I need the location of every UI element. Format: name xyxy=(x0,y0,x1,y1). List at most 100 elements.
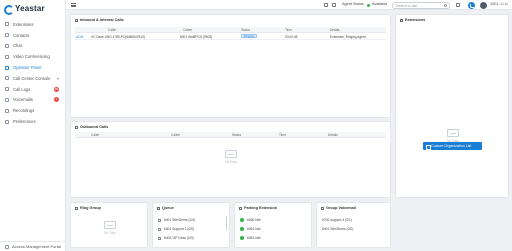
headset-icon xyxy=(5,76,9,81)
phone-icon xyxy=(75,18,78,22)
panel-title: Parking Extension xyxy=(239,206,277,210)
contacts-icon xyxy=(5,33,9,38)
parking-title: Parking Extension xyxy=(244,206,278,210)
phone-outgoing-icon xyxy=(75,125,78,129)
list-item[interactable]: 6402 VIP Desk (0/0) xyxy=(158,236,194,240)
ring-group-icon xyxy=(75,206,78,210)
list-item[interactable]: 6700 support-4 (0/1) xyxy=(322,218,352,222)
sidebar-item-voicemails[interactable]: Voicemails 1 xyxy=(0,95,65,106)
panel-title: Queue xyxy=(157,206,174,210)
list-item[interactable]: 6060 Idle xyxy=(240,218,261,222)
voicemail-item-label: 6700 support-4 (0/1) xyxy=(322,218,352,222)
custom-organization-list-button[interactable]: Custom Organization List xyxy=(423,142,482,150)
sidebar-item-operator-panel[interactable]: Operator Panel xyxy=(0,62,65,73)
sidebar-item-label: Video Conferencing xyxy=(13,54,50,60)
search-input[interactable]: Search or dial xyxy=(392,1,450,9)
outbound-calls-title: Outbound Calls xyxy=(80,125,109,129)
sidebar-item-preferences[interactable]: Preferences xyxy=(0,116,65,127)
panel-title: Ring Group xyxy=(75,206,101,210)
sidebar-item-label: Voicemails xyxy=(13,97,34,103)
avatar[interactable] xyxy=(480,1,487,9)
check-icon xyxy=(240,218,244,222)
sidebar-item-label: Extensions xyxy=(13,21,34,27)
sidebar-item-contacts[interactable]: Contacts xyxy=(0,30,65,41)
queue-item-label: 6402 VIP Desk (0/0) xyxy=(164,236,194,240)
agent-status-dropdown[interactable]: Agent Status xyxy=(342,2,364,6)
chat-icon xyxy=(5,43,9,48)
menu-icon[interactable] xyxy=(71,3,76,7)
internal-calls-panel: Inbound & Internal Calls Caller Callee S… xyxy=(70,14,391,118)
sidebar-item-video-conferencing[interactable]: Video Conferencing xyxy=(0,51,65,62)
monitor-icon[interactable] xyxy=(332,3,336,7)
sidebar-item-chat[interactable]: Chat xyxy=(0,41,65,52)
gear-icon xyxy=(5,119,9,124)
sidebar-item-label: Recordings xyxy=(13,108,35,114)
ring-group-title: Ring Group xyxy=(80,206,101,210)
column-header: Status xyxy=(232,133,242,137)
panel-icon xyxy=(5,65,9,70)
empty-state: No Data xyxy=(95,221,125,235)
sidebar-nav: Extensions Contacts Chat Video Conferenc… xyxy=(0,19,65,127)
sidebar-item-recordings[interactable]: Recordings xyxy=(0,105,65,116)
empty-text: No Data xyxy=(104,231,116,235)
panel-title: Group Voicemail xyxy=(321,206,356,210)
sidebar-item-label: Call Logs xyxy=(13,86,31,92)
queue-panel: Queue 6401 Site/Demo (2/4) 6401 Support … xyxy=(152,202,230,248)
list-item[interactable]: 6401 Site/Demo (2/4) xyxy=(158,218,195,222)
queue-item-icon xyxy=(158,236,161,240)
list-item[interactable]: 6401 Site/Demo (0/0) xyxy=(322,227,353,231)
count-badge: 99 xyxy=(54,86,59,92)
empty-state: No Data xyxy=(438,129,468,143)
video-icon xyxy=(5,54,9,59)
caller-cell: VC Dave-VNG 4785-PC[8480847510] xyxy=(91,35,145,39)
parking-item-label: 6061 Idle xyxy=(247,227,261,231)
outbound-calls-panel: Outbound Calls Caller Callee Status Time… xyxy=(70,121,391,198)
empty-state: No Data xyxy=(216,150,246,164)
ring-group-panel: Ring Group No Data xyxy=(70,202,148,248)
scrollbar[interactable] xyxy=(225,216,227,230)
queue-item-label: 6401 Site/Demo (2/4) xyxy=(164,218,196,222)
phone-button[interactable] xyxy=(468,1,475,9)
column-header: Time xyxy=(285,28,292,32)
column-header: Caller xyxy=(108,28,117,32)
search-placeholder: Search or dial xyxy=(396,3,417,8)
topbar: Agent Status Available Search or dial 10… xyxy=(66,0,512,10)
access-management-portal-link[interactable]: Access Management Portal xyxy=(0,241,66,251)
extensions-panel: Extensions No Data xyxy=(395,14,509,198)
parking-item-label: 6062 Idle xyxy=(247,236,261,240)
footer-label: Access Management Portal xyxy=(12,244,61,249)
list-item[interactable]: 6061 Idle xyxy=(240,227,261,231)
sidebar-item-label: Call Center Console xyxy=(13,75,51,81)
recording-icon xyxy=(5,108,9,113)
extensions-title: Extensions xyxy=(405,18,426,22)
presence-dot xyxy=(367,3,370,7)
sidebar-item-extensions[interactable]: Extensions xyxy=(0,19,65,30)
list-item[interactable]: 6062 Idle xyxy=(240,236,261,240)
voicemail-item-label: 6401 Site/Demo (0/0) xyxy=(322,227,354,231)
callee-cell: 8001 Staff/PCG [9503] xyxy=(180,35,213,39)
empty-box-icon xyxy=(104,221,116,229)
column-header: Details xyxy=(328,133,338,137)
sidebar: Yeastar Extensions Contacts Chat Video C… xyxy=(0,0,66,251)
panel-title: Inbound & Internal Calls xyxy=(75,18,124,22)
list-item[interactable]: 6401 Support 1 (0/0) xyxy=(158,227,194,231)
column-header: Caller xyxy=(91,133,100,137)
gear-icon[interactable] xyxy=(324,3,328,7)
parking-item-label: 6060 Idle xyxy=(247,218,261,222)
presence-dropdown[interactable]: Available xyxy=(372,2,387,6)
sidebar-item-label: Chat xyxy=(13,43,22,49)
table-row[interactable]: ACW VC Dave-VNG 4785-PC[8480847510] 8001… xyxy=(75,33,386,40)
panel-title: Extensions xyxy=(400,18,425,22)
count-badge: 1 xyxy=(54,97,59,103)
queue-title: Queue xyxy=(162,206,174,210)
sidebar-item-label: Operator Panel xyxy=(13,65,42,71)
call-type-link[interactable]: ACW xyxy=(76,35,83,39)
check-icon xyxy=(240,227,244,231)
sidebar-item-call-center-console[interactable]: Call Center Console ▾ xyxy=(0,73,65,84)
dialpad-icon[interactable] xyxy=(456,3,460,7)
user-menu[interactable]: 1001, Li Li xyxy=(490,2,508,6)
chevron-down-icon: ▾ xyxy=(56,75,59,81)
user-icon xyxy=(5,22,9,27)
logo[interactable]: Yeastar xyxy=(0,1,65,15)
sidebar-item-call-logs[interactable]: Call Logs 99 xyxy=(0,84,65,95)
